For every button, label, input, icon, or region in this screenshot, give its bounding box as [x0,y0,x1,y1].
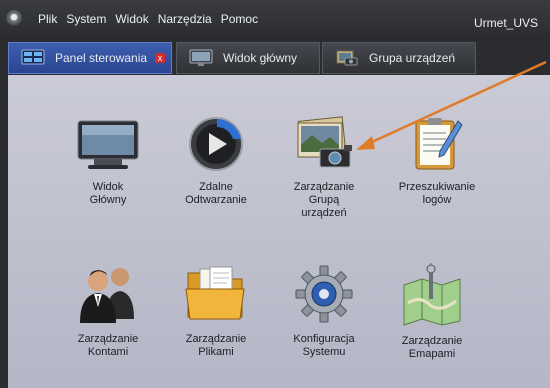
tile-zdalne-odtwarzanie[interactable]: Zdalne Odtwarzanie [171,115,261,207]
tile-label: Zarządzanie Emapami [401,335,463,360]
tile-zarzadzanie-emapami[interactable]: Zarządzanie Emapami [387,263,477,361]
map-pin-icon [403,263,461,326]
photo-group-icon [297,116,352,168]
tile-przeszukiwanie-logow[interactable]: Przeszukiwanie logów [392,115,482,207]
menu-pomoc[interactable]: Pomoc [221,12,258,26]
app-name: Urmet_UVS [473,16,538,30]
tile-widok-glowny[interactable]: Widok Główny [63,115,153,207]
tab-label: Widok główny [223,51,298,65]
camera-group-icon [336,50,358,66]
tile-label: Przeszukiwanie logów [398,181,476,206]
tile-konfiguracja-systemu[interactable]: Konfiguracja Systemu [279,263,369,359]
menu-plik[interactable]: Plik [38,12,57,26]
gear-config-icon [295,265,353,323]
tile-label: Konfiguracja Systemu [293,333,355,358]
tile-label: Zarządzanie Plikami [185,333,247,358]
app-camera-icon [6,10,22,26]
tab-widok-glowny[interactable]: Widok główny [176,42,320,74]
tile-label: Zarządzanie Kontami [77,333,139,358]
users-icon [80,268,134,323]
dashboard-monitor-icon [21,49,45,65]
tab-grupa-urzadzen[interactable]: Grupa urządzeń [322,42,476,74]
tile-label: Zarządzanie Grupą urządzeń [293,181,355,219]
tab-label: Grupa urządzeń [369,51,456,65]
folder-icon [185,266,245,320]
tab-bar: Panel sterowania x Widok główny Grupa ur… [0,38,550,75]
close-icon[interactable]: x [155,53,165,63]
menu-widok[interactable]: Widok [115,12,148,26]
main-menu: Plik System Widok Narzędzia Pomoc [38,12,258,26]
tv-monitor-icon [77,120,139,169]
tile-zarzadzanie-plikami[interactable]: Zarządzanie Plikami [171,263,261,359]
playback-icon [189,117,243,171]
clipboard-log-icon [415,118,463,170]
menu-bar: Plik System Widok Narzędzia Pomoc Urmet_… [0,0,550,39]
application-window: Plik System Widok Narzędzia Pomoc Urmet_… [0,0,550,388]
tile-zarzadzanie-grupa-urzadzen[interactable]: Zarządzanie Grupą urządzeń [279,115,369,220]
tile-label: Zdalne Odtwarzanie [185,181,247,206]
menu-narzedzia[interactable]: Narzędzia [158,12,212,26]
control-panel: Widok Główny Zdalne Odtwarzanie Zarządza… [8,75,550,388]
monitor-icon [189,49,213,66]
tab-panel-sterowania[interactable]: Panel sterowania x [8,42,172,74]
menu-system[interactable]: System [66,12,106,26]
tile-label: Widok Główny [89,181,127,206]
tile-zarzadzanie-kontami[interactable]: Zarządzanie Kontami [63,263,153,359]
tab-label: Panel sterowania [55,51,148,65]
